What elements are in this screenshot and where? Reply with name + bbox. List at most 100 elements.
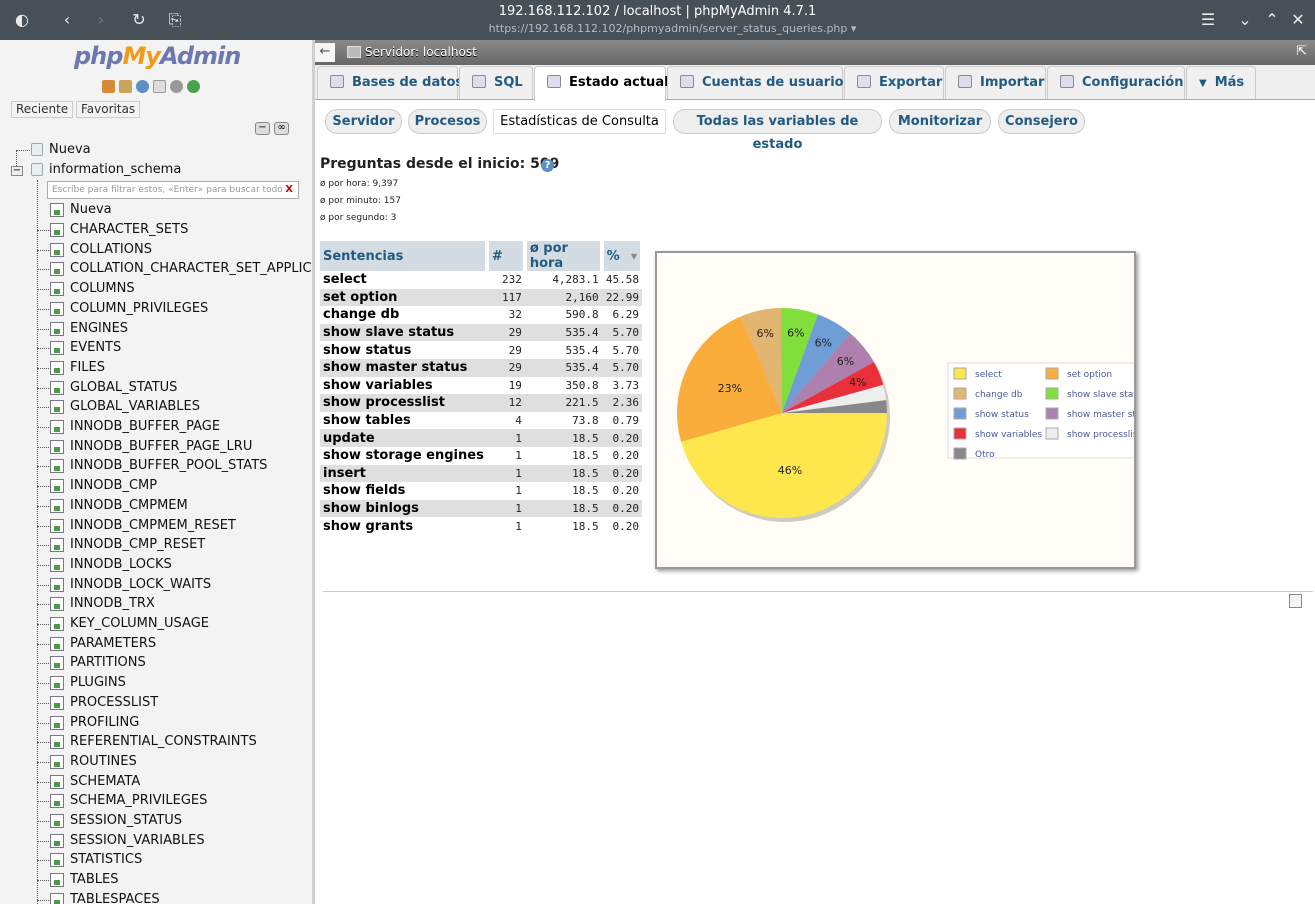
table-icon[interactable] — [50, 794, 64, 809]
sidebar-table-item[interactable]: TABLES — [70, 872, 118, 888]
table-icon[interactable] — [50, 400, 64, 415]
table-icon[interactable] — [50, 754, 64, 769]
favorites-button[interactable]: Favoritas — [76, 101, 141, 118]
col-percent[interactable]: % ▼ — [601, 241, 645, 271]
sidebar-table-item[interactable]: INNODB_LOCK_WAITS — [70, 577, 211, 593]
sidebar-table-item[interactable]: TABLESPACES — [70, 892, 160, 904]
tab-settings[interactable]: Configuración — [1047, 66, 1185, 99]
link-icon[interactable]: ∞ — [274, 122, 289, 135]
subtab-server[interactable]: Servidor — [325, 109, 402, 134]
table-icon[interactable] — [50, 735, 64, 750]
recent-button[interactable]: Reciente — [11, 101, 74, 118]
sidebar-table-item[interactable]: EVENTS — [70, 340, 121, 356]
sidebar-table-item[interactable]: GLOBAL_STATUS — [70, 380, 177, 396]
sidebar-table-item[interactable]: SESSION_STATUS — [70, 813, 182, 829]
col-statements[interactable]: Sentencias — [320, 241, 489, 271]
breadcrumb-server[interactable]: Servidor: localhost — [365, 45, 477, 59]
new-database-link[interactable]: Nueva — [49, 142, 91, 158]
sidebar-table-item[interactable]: INNODB_BUFFER_PAGE_LRU — [70, 439, 252, 455]
sidebar-table-item[interactable]: INNODB_BUFFER_POOL_STATS — [70, 458, 267, 474]
docs-icon[interactable] — [153, 80, 166, 93]
sidebar-table-item[interactable]: KEY_COLUMN_USAGE — [70, 616, 209, 632]
subtab-all-status-vars[interactable]: Todas las variables de estado — [673, 109, 882, 152]
col-per-hour[interactable]: ø por hora — [524, 241, 604, 271]
phpmyadmin-logo[interactable]: phpMyAdmin — [74, 42, 241, 70]
sidebar-table-item[interactable]: INNODB_BUFFER_PAGE — [70, 419, 220, 435]
tab-databases[interactable]: Bases de datos — [317, 66, 463, 99]
table-icon[interactable] — [50, 774, 64, 789]
table-icon[interactable] — [50, 814, 64, 828]
table-icon[interactable] — [50, 301, 64, 316]
table-icon[interactable] — [50, 656, 64, 671]
tab-status[interactable]: Estado actual — [534, 66, 669, 101]
minimize-icon[interactable]: ⌄ — [1233, 8, 1257, 32]
help-icon[interactable]: ? — [541, 159, 554, 172]
sidebar-table-item[interactable]: INNODB_CMPMEM_RESET — [70, 518, 236, 534]
collapse-top-icon[interactable]: ⇱ — [1296, 44, 1307, 59]
help-icon[interactable] — [136, 80, 149, 93]
sidebar-table-item[interactable]: COLLATION_CHARACTER_SET_APPLIC. — [70, 261, 312, 277]
maximize-icon[interactable]: ⌃ — [1260, 8, 1284, 32]
sidebar-table-item[interactable]: INNODB_CMP — [70, 478, 157, 494]
table-icon[interactable] — [50, 636, 64, 651]
table-icon[interactable] — [50, 715, 64, 730]
table-icon[interactable] — [50, 341, 64, 356]
sidebar-table-item[interactable]: STATISTICS — [70, 852, 142, 868]
menu-icon[interactable]: ☰ — [1196, 8, 1220, 32]
table-icon[interactable] — [50, 873, 64, 888]
sidebar-table-item[interactable]: PROCESSLIST — [70, 695, 158, 711]
database-information-schema[interactable]: information_schema — [49, 162, 181, 178]
refresh-icon[interactable] — [187, 80, 200, 93]
table-icon[interactable] — [50, 892, 64, 904]
sidebar-table-item[interactable]: PARTITIONS — [70, 655, 146, 671]
clear-filter-button[interactable]: X — [285, 182, 293, 198]
table-icon[interactable] — [50, 439, 64, 454]
table-icon[interactable] — [50, 479, 64, 494]
table-icon[interactable] — [50, 498, 64, 513]
table-icon[interactable] — [50, 557, 64, 572]
sidebar-table-item[interactable]: COLUMNS — [70, 281, 135, 297]
subtab-monitor[interactable]: Monitorizar — [889, 109, 991, 134]
sidebar-table-item[interactable]: CHARACTER_SETS — [70, 222, 188, 238]
sidebar-table-item[interactable]: INNODB_LOCKS — [70, 557, 172, 573]
collapse-db-icon[interactable]: − — [11, 166, 23, 176]
tab-sql[interactable]: SQL — [459, 66, 533, 99]
table-icon[interactable] — [50, 262, 64, 277]
tab-import[interactable]: Importar — [945, 66, 1046, 99]
table-icon[interactable] — [50, 459, 64, 474]
sidebar-table-item[interactable]: PLUGINS — [70, 675, 126, 691]
table-icon[interactable] — [50, 282, 64, 297]
table-icon[interactable] — [50, 321, 64, 336]
sidebar-table-item[interactable]: SCHEMA_PRIVILEGES — [70, 793, 207, 809]
sidebar-table-item[interactable]: FILES — [70, 360, 105, 376]
sidebar-table-item[interactable]: ENGINES — [70, 321, 128, 337]
tab-export[interactable]: Exportar — [844, 66, 944, 99]
table-icon[interactable] — [50, 833, 64, 848]
sidebar-table-item[interactable]: INNODB_TRX — [70, 596, 155, 612]
sidebar-table-item[interactable]: REFERENTIAL_CONSTRAINTS — [70, 734, 257, 750]
subtab-advisor[interactable]: Consejero — [998, 109, 1085, 134]
subtab-processes[interactable]: Procesos — [408, 109, 487, 134]
table-icon[interactable] — [50, 577, 64, 592]
sidebar-table-item[interactable]: GLOBAL_VARIABLES — [70, 399, 200, 415]
console-icon[interactable] — [1289, 594, 1302, 608]
window-url[interactable]: https://192.168.112.102/phpmyadmin/serve… — [0, 22, 1315, 35]
sidebar-table-item[interactable]: PARAMETERS — [70, 636, 156, 652]
sidebar-table-item[interactable]: INNODB_CMP_RESET — [70, 537, 205, 553]
collapse-all-icon[interactable]: − — [255, 122, 270, 135]
tab-more[interactable]: ▼ Más — [1186, 66, 1256, 99]
table-icon[interactable] — [50, 617, 64, 631]
sidebar-table-item[interactable]: INNODB_CMPMEM — [70, 498, 188, 514]
close-icon[interactable]: ✕ — [1286, 8, 1310, 32]
subtab-query-stats[interactable]: Estadísticas de Consulta — [493, 109, 666, 134]
table-icon[interactable] — [50, 676, 64, 691]
table-icon[interactable] — [50, 538, 64, 553]
sidebar-table-item[interactable]: COLUMN_PRIVILEGES — [70, 301, 208, 317]
sidebar-table-item[interactable]: SCHEMATA — [70, 774, 140, 790]
col-count[interactable]: # — [486, 241, 527, 271]
new-table-link[interactable]: Nueva — [70, 202, 112, 218]
back-arrow-icon[interactable]: ← — [315, 43, 335, 62]
table-icon[interactable] — [50, 853, 64, 868]
settings-icon[interactable] — [170, 80, 183, 93]
table-icon[interactable] — [50, 597, 64, 612]
